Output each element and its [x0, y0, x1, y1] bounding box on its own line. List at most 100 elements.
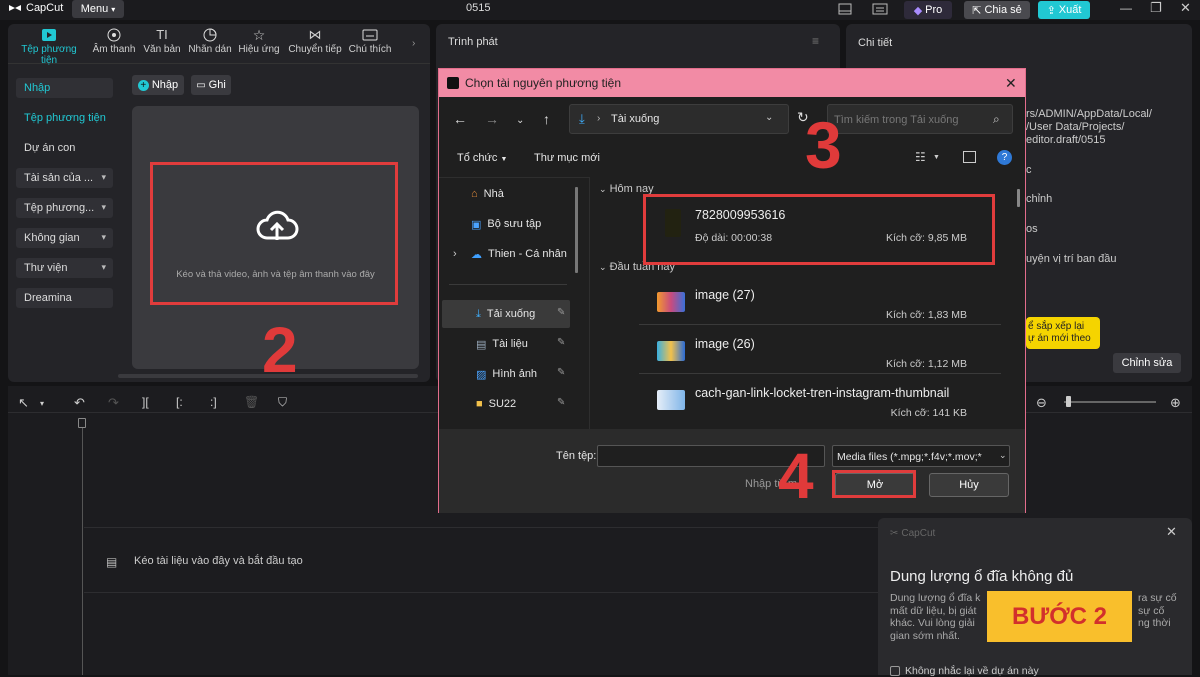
cancel-button[interactable]: Hủy [929, 473, 1009, 497]
import-button[interactable]: + Nhập [132, 75, 184, 95]
preview-pane-icon[interactable] [963, 151, 976, 163]
cloud-icon: ☁ [471, 248, 482, 261]
file-name: cach-gan-link-locket-tren-instagram-thum… [695, 386, 950, 400]
sidebar-item-subprojects[interactable]: Dự án con [16, 138, 113, 158]
sidebar-item-label: Dự án con [24, 142, 76, 154]
sidebar-item-media-files[interactable]: Tệp phương... ▾ [16, 198, 113, 218]
sidebar-item-space[interactable]: Không gian ▾ [16, 228, 113, 248]
tab-audio[interactable]: Âm thanh [89, 28, 139, 55]
sidebar-item-import[interactable]: Nhập [16, 78, 113, 98]
pin-icon[interactable]: ✎ [557, 307, 565, 318]
pin-icon[interactable]: ✎ [557, 337, 565, 348]
file-row-thumbnail[interactable]: cach-gan-link-locket-tren-instagram-thum… [609, 377, 1001, 423]
step-banner: BƯỚC 2 [987, 591, 1132, 642]
split-right-icon[interactable]: :] [210, 395, 217, 409]
sidebar-item-label: Tệp phương... [24, 202, 95, 214]
address-bar[interactable] [569, 104, 789, 134]
playhead-handle[interactable] [78, 418, 86, 428]
detail-text: chỉnh [1026, 193, 1053, 205]
undo-icon[interactable]: ↶ [74, 395, 85, 411]
recent-locations-icon[interactable]: ⌄ [516, 115, 524, 126]
search-input[interactable]: Tìm kiếm trong Tải xuống ⌕ [827, 104, 1013, 134]
new-folder-button[interactable]: Thư mục mới [534, 152, 600, 164]
toolbar-more-icon[interactable]: › [412, 38, 415, 49]
layout-icon[interactable] [838, 2, 852, 16]
tree-item-documents[interactable]: ▤ Tài liệu [443, 332, 568, 356]
sidebar-item-label: Tệp phương tiện [24, 112, 106, 124]
zoom-in-icon[interactable]: ⊕ [1170, 395, 1181, 411]
zoom-out-icon[interactable]: ⊖ [1036, 395, 1047, 411]
tree-item-gallery[interactable]: ▣ Bộ sưu tập [443, 212, 568, 236]
minimize-icon[interactable]: — [1120, 1, 1132, 15]
help-icon[interactable]: ? [997, 150, 1012, 165]
file-size: Kích cỡ: 1,12 MB [885, 358, 967, 370]
tree-item-pictures[interactable]: ▨ Hình ảnh [443, 362, 568, 386]
up-icon[interactable]: ↑ [543, 111, 550, 127]
pin-icon[interactable]: ✎ [557, 397, 565, 408]
toast-line: khác. Vui lòng giải [890, 617, 975, 629]
chevron-down-icon[interactable]: ▾ [40, 399, 44, 408]
redo-icon[interactable]: ↷ [108, 395, 119, 411]
file-row-image27[interactable]: image (27) Kích cỡ: 1,83 MB [609, 279, 1001, 325]
detail-text: uyện vị trí ban đầu [1026, 253, 1117, 265]
tab-transition[interactable]: ⋈ Chuyển tiếp [285, 28, 345, 56]
keyboard-icon[interactable] [872, 2, 888, 16]
organize-menu[interactable]: Tổ chức ▼ [457, 152, 507, 164]
timeline-drop-text: Kéo tài liệu vào đây và bắt đầu tạo [134, 555, 303, 567]
chevron-down-icon[interactable]: ▼ [933, 154, 940, 161]
split-icon[interactable]: ][ [142, 395, 149, 409]
tree-item-downloads[interactable]: ⤓ Tải xuống [443, 302, 568, 326]
file-type-select[interactable]: Media files (*.mpg;*.f4v;*.mov;* [832, 445, 1010, 467]
image-icon: ▨ [476, 368, 487, 381]
back-icon[interactable]: ← [453, 111, 467, 127]
dialog-title: Chọn tài nguyên phương tiện [465, 76, 622, 90]
view-options-icon[interactable]: ☷ [915, 150, 926, 164]
record-button[interactable]: ▭ Ghi [191, 75, 231, 95]
restore-icon[interactable]: ❐ [1150, 0, 1162, 16]
tooltip-popup: ể sắp xếp lại ự án mới theo [1026, 317, 1100, 349]
zoom-slider[interactable] [1064, 401, 1156, 403]
tab-sticker[interactable]: Nhãn dán [185, 28, 235, 55]
delete-icon[interactable]: 🗑 [244, 395, 259, 409]
sidebar-item-dreamina[interactable]: Dreamina [16, 288, 113, 308]
sidebar-item-library[interactable]: Thư viện ▾ [16, 258, 113, 278]
tree-scrollbar[interactable] [575, 187, 578, 273]
share-button[interactable]: ⇱ Chia sẻ [964, 1, 1030, 19]
export-button[interactable]: ⇪ Xuất [1038, 1, 1090, 19]
close-window-icon[interactable]: ✕ [1180, 0, 1191, 16]
image-thumbnail [657, 341, 685, 361]
pro-button[interactable]: ◆ Pro [904, 1, 952, 19]
media-scrollbar[interactable] [118, 374, 418, 378]
tab-effects[interactable]: ☆ Hiệu ứng [234, 28, 284, 55]
tree-item-onedrive[interactable]: › ☁ Thien - Cá nhân [443, 242, 568, 266]
app-logo: CapCut [8, 2, 63, 14]
pin-icon[interactable]: ✎ [557, 367, 565, 378]
file-row-image26[interactable]: image (26) Kích cỡ: 1,12 MB [609, 328, 1001, 374]
edit-button[interactable]: Chỉnh sửa [1113, 353, 1181, 373]
edit-label: Chỉnh sửa [1121, 357, 1173, 369]
marker-icon[interactable]: ⛉ [278, 395, 287, 410]
select-tool-icon[interactable]: ↖ [18, 395, 29, 411]
sidebar-item-assets[interactable]: Tài sản của ... ▾ [16, 168, 113, 188]
tab-media[interactable]: Tệp phương tiện [12, 28, 86, 66]
forward-icon[interactable]: → [485, 111, 499, 127]
tree-item-home[interactable]: ⌂ Nhà [443, 182, 568, 206]
file-list-scrollbar[interactable] [1017, 189, 1020, 207]
sidebar-item-media[interactable]: Tệp phương tiện [16, 108, 113, 128]
tree-divider [449, 284, 567, 285]
toast-close-icon[interactable]: ✕ [1166, 524, 1177, 540]
zoom-slider-handle[interactable] [1066, 396, 1071, 407]
dialog-close-icon[interactable]: ✕ [1005, 75, 1017, 92]
address-dropdown-icon[interactable]: ⌄ [765, 112, 773, 123]
tab-caption[interactable]: Chú thích [345, 28, 395, 55]
image-thumbnail [657, 292, 685, 312]
annotation-box-step2 [150, 162, 398, 305]
tree-item-su22[interactable]: ■ SU22 [443, 392, 568, 416]
annotation-step4: 4 [778, 440, 814, 512]
menu-button[interactable]: Menu ▾ [72, 0, 124, 18]
tab-text[interactable]: TI Văn bản [137, 28, 187, 56]
menu-label: Menu [80, 3, 109, 15]
toast-brand-label: CapCut [901, 528, 936, 539]
hamburger-icon[interactable]: ≡ [812, 34, 819, 48]
split-left-icon[interactable]: [: [176, 395, 183, 409]
